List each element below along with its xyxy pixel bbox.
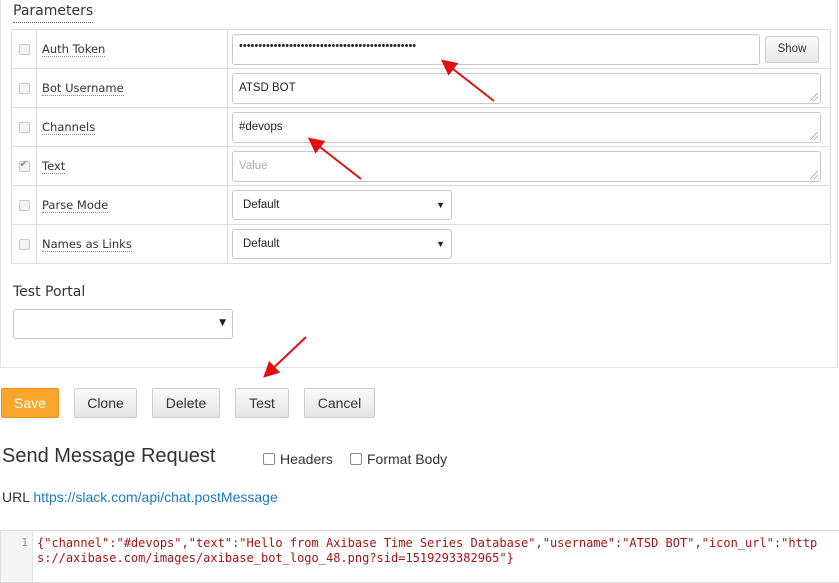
- param-row-names-as-links: Names as Links Default ▼: [11, 224, 831, 264]
- text-label: Text: [42, 159, 66, 174]
- test-portal-label: Test Portal: [13, 284, 86, 300]
- format-body-checkbox[interactable]: [350, 453, 362, 466]
- param-row-channels: Channels #devops: [11, 107, 831, 147]
- param-row-bot-username: Bot Username ATSD BOT: [11, 68, 831, 108]
- names-as-links-label: Names as Links: [42, 237, 132, 252]
- bot-username-input[interactable]: ATSD BOT: [232, 72, 821, 104]
- parameters-panel: Parameters Auth Token ••••••••••••••••••…: [0, 0, 838, 368]
- text-checkbox[interactable]: [18, 159, 30, 172]
- parameters-legend: Parameters: [13, 3, 94, 23]
- request-body-code[interactable]: {"channel":"#devops","text":"Hello from …: [37, 536, 837, 566]
- bot-username-label: Bot Username: [42, 81, 124, 96]
- clone-button[interactable]: Clone: [74, 388, 137, 418]
- line-number-gutter: 1: [1, 531, 33, 582]
- names-as-links-select[interactable]: Default ▼: [232, 229, 452, 259]
- request-url-link[interactable]: https://slack.com/api/chat.postMessage: [33, 489, 277, 505]
- parameters-table: Auth Token •••••••••••••••••••••••••••••…: [11, 29, 831, 264]
- channels-label: Channels: [42, 120, 96, 135]
- format-body-option[interactable]: Format Body: [350, 451, 447, 467]
- parse-mode-label: Parse Mode: [42, 198, 109, 213]
- auth-token-label: Auth Token: [42, 42, 106, 57]
- param-row-parse-mode: Parse Mode Default ▼: [11, 185, 831, 225]
- auth-token-checkbox[interactable]: [18, 44, 30, 55]
- cancel-button[interactable]: Cancel: [304, 388, 375, 418]
- headers-option[interactable]: Headers: [263, 451, 333, 467]
- caret-down-icon: ▼: [436, 200, 445, 210]
- param-row-text: Text Value: [11, 146, 831, 186]
- request-body-editor[interactable]: 1 {"channel":"#devops","text":"Hello fro…: [0, 530, 839, 583]
- show-token-button[interactable]: Show: [765, 35, 819, 63]
- bot-username-checkbox[interactable]: [18, 83, 30, 94]
- resize-grip-icon[interactable]: [810, 131, 818, 140]
- save-button[interactable]: Save: [1, 388, 59, 418]
- channels-input[interactable]: #devops: [232, 111, 821, 143]
- headers-checkbox[interactable]: [263, 453, 275, 466]
- resize-grip-icon[interactable]: [810, 92, 818, 101]
- caret-down-icon: ▼: [436, 239, 445, 249]
- test-portal-select[interactable]: ▼: [13, 309, 233, 339]
- url-row: URL https://slack.com/api/chat.postMessa…: [2, 489, 278, 505]
- url-label: URL: [2, 489, 30, 505]
- text-input[interactable]: Value: [232, 150, 821, 182]
- caret-down-icon: ▼: [219, 318, 226, 328]
- channels-checkbox[interactable]: [18, 122, 30, 133]
- parse-mode-select[interactable]: Default ▼: [232, 190, 452, 220]
- names-as-links-checkbox[interactable]: [18, 239, 30, 250]
- auth-token-input[interactable]: ••••••••••••••••••••••••••••••••••••••••…: [232, 33, 760, 65]
- delete-button[interactable]: Delete: [152, 388, 220, 418]
- test-button[interactable]: Test: [235, 388, 289, 418]
- resize-grip-icon[interactable]: [810, 170, 818, 179]
- parse-mode-checkbox[interactable]: [18, 200, 30, 211]
- send-message-request-title: Send Message Request: [2, 445, 216, 467]
- param-row-auth-token: Auth Token •••••••••••••••••••••••••••••…: [11, 29, 831, 69]
